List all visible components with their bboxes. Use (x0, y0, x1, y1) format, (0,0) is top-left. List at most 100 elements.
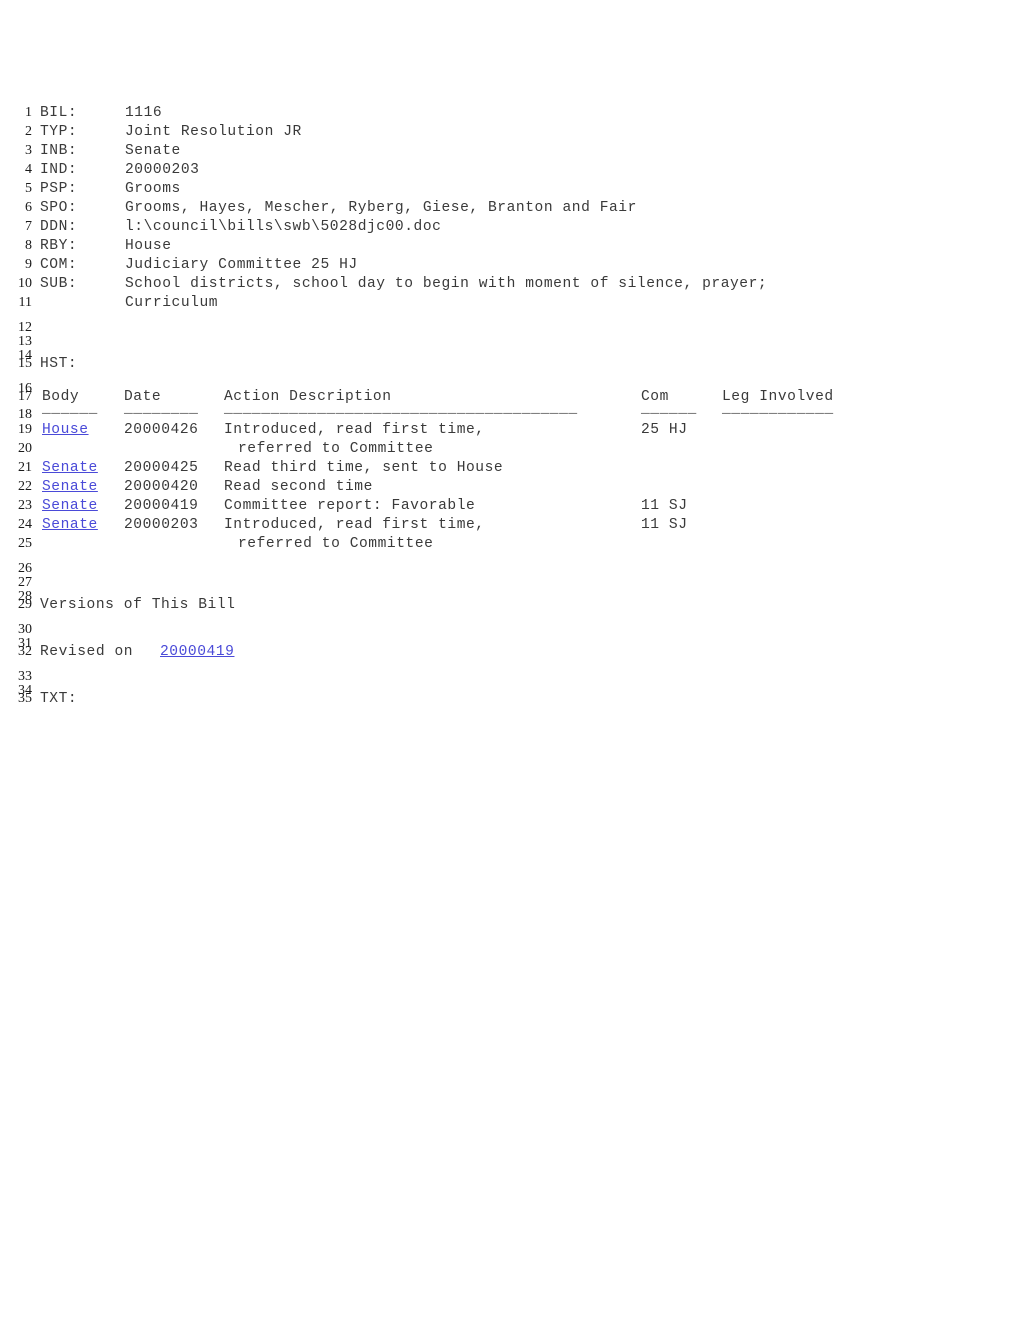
blank-line: 16 (0, 373, 1020, 396)
line-number: 1 (25, 105, 32, 120)
row-action: Read third time, sent to House (224, 460, 504, 476)
line-number: 10 (18, 276, 32, 291)
row-action-continued: referred to Committee (238, 536, 434, 552)
text-line: 32 Revised on 20000419 (0, 642, 1020, 661)
history-row: House 20000426 Introduced, read first ti… (40, 421, 1020, 440)
text-line: 5 PSP: Grooms (0, 179, 1020, 198)
blank-line: 13 (0, 326, 1020, 349)
field-label: BIL: (40, 105, 78, 121)
field-row-sub-continued: Curriculum (40, 294, 1020, 313)
text-line: 9 COM: Judiciary Committee 25 HJ (0, 255, 1020, 274)
table-row: 23 Senate 20000419 Committee report: Fav… (0, 496, 1020, 515)
revised-on-row: Revised on 20000419 (40, 643, 1020, 662)
history-table-rule-row: 18 ______ ________ _____________________… (0, 401, 1020, 422)
field-row-inb: INB: Senate (40, 142, 1020, 161)
table-row: 21 Senate 20000425 Read third time, sent… (0, 458, 1020, 477)
blank-line: 34 (0, 675, 1020, 698)
body-link-senate[interactable]: Senate (42, 478, 98, 497)
row-date: 20000203 (124, 517, 199, 533)
line-number: 4 (25, 162, 32, 177)
history-row-continued: referred to Committee (40, 440, 1020, 459)
line-number: 19 (18, 422, 32, 437)
history-row-continued: referred to Committee (40, 535, 1020, 554)
revised-date-link[interactable]: 20000419 (160, 643, 234, 662)
table-row-continuation: 20 referred to Committee (0, 439, 1020, 458)
history-table-rules: ______ ________ ________________________… (40, 401, 1020, 420)
blank-line: 12 (0, 312, 1020, 335)
column-rule-action: ______________________________________ (224, 401, 578, 417)
column-rule-body: ______ (42, 401, 98, 417)
blank-line: 33 (0, 661, 1020, 684)
field-label: RBY: (40, 238, 78, 254)
line-number: 27 (18, 575, 32, 590)
text-line: 11 Curriculum (0, 293, 1020, 312)
field-value: Curriculum (125, 295, 219, 311)
field-value: 1116 (125, 105, 163, 121)
field-value: House (125, 238, 172, 254)
field-row-rby: RBY: House (40, 237, 1020, 256)
text-line: 8 RBY: House (0, 236, 1020, 255)
line-number: 12 (18, 320, 32, 335)
line-number: 13 (18, 334, 32, 349)
history-row: Senate 20000419 Committee report: Favora… (40, 497, 1020, 516)
field-value: School districts, school day to begin wi… (125, 276, 768, 292)
row-date: 20000425 (124, 460, 199, 476)
history-row: Senate 20000203 Introduced, read first t… (40, 516, 1020, 535)
history-row: Senate 20000420 Read second time (40, 478, 1020, 497)
body-link-senate[interactable]: Senate (42, 516, 98, 535)
body-link-house[interactable]: House (42, 421, 89, 440)
row-com: 11 SJ (641, 517, 688, 533)
blank-line: 31 (0, 628, 1020, 651)
column-rule-leg: ____________ (722, 401, 834, 417)
table-row: 19 House 20000426 Introduced, read first… (0, 420, 1020, 439)
field-row-typ: TYP: Joint Resolution JR (40, 123, 1020, 142)
text-section-label-row: TXT: (40, 690, 1020, 709)
history-section-label-row: HST: (40, 355, 1020, 374)
line-number: 25 (18, 536, 32, 551)
row-date: 20000426 (124, 422, 199, 438)
line-number: 2 (25, 124, 32, 139)
line-number: 6 (25, 200, 32, 215)
text-line: 7 DDN: l:\council\bills\swb\5028djc00.do… (0, 217, 1020, 236)
field-value: 20000203 (125, 162, 200, 178)
versions-heading: Versions of This Bill (40, 597, 236, 613)
field-label: COM: (40, 257, 78, 273)
field-row-bil: BIL: 1116 (40, 104, 1020, 123)
bill-record-document: 1 BIL: 1116 2 TYP: Joint Resolution JR 3… (0, 103, 1020, 708)
field-row-ddn: DDN: l:\council\bills\swb\5028djc00.doc (40, 218, 1020, 237)
blank-line: 26 (0, 553, 1020, 576)
row-com: 11 SJ (641, 498, 688, 514)
field-row-psp: PSP: Grooms (40, 180, 1020, 199)
field-row-sub: SUB: School districts, school day to beg… (40, 275, 1020, 294)
history-section-label: HST: (40, 356, 78, 372)
row-date: 20000419 (124, 498, 199, 514)
text-line: 4 IND: 20000203 (0, 160, 1020, 179)
table-row: 24 Senate 20000203 Introduced, read firs… (0, 515, 1020, 534)
row-action: Introduced, read first time, (224, 517, 485, 533)
field-row-ind: IND: 20000203 (40, 161, 1020, 180)
line-number: 33 (18, 669, 32, 684)
field-label: INB: (40, 143, 78, 159)
line-number: 24 (18, 517, 32, 532)
field-value: Senate (125, 143, 181, 159)
line-number: 32 (18, 644, 32, 659)
body-link-senate[interactable]: Senate (42, 497, 98, 516)
row-action: Introduced, read first time, (224, 422, 485, 438)
line-number: 22 (18, 479, 32, 494)
line-number: 20 (18, 441, 32, 456)
text-line: 15 HST: (0, 354, 1020, 373)
line-number: 8 (25, 238, 32, 253)
line-number: 9 (25, 257, 32, 272)
history-row: Senate 20000425 Read third time, sent to… (40, 459, 1020, 478)
field-label: IND: (40, 162, 78, 178)
field-value: Judiciary Committee 25 HJ (125, 257, 358, 273)
line-number: 21 (18, 460, 32, 475)
line-number: 23 (18, 498, 32, 513)
table-row: 22 Senate 20000420 Read second time (0, 477, 1020, 496)
text-line: 10 SUB: School districts, school day to … (0, 274, 1020, 293)
body-link-senate[interactable]: Senate (42, 459, 98, 478)
field-row-com: COM: Judiciary Committee 25 HJ (40, 256, 1020, 275)
column-rule-com: ______ (641, 401, 697, 417)
blank-line: 14 (0, 340, 1020, 363)
blank-line: 30 (0, 614, 1020, 637)
